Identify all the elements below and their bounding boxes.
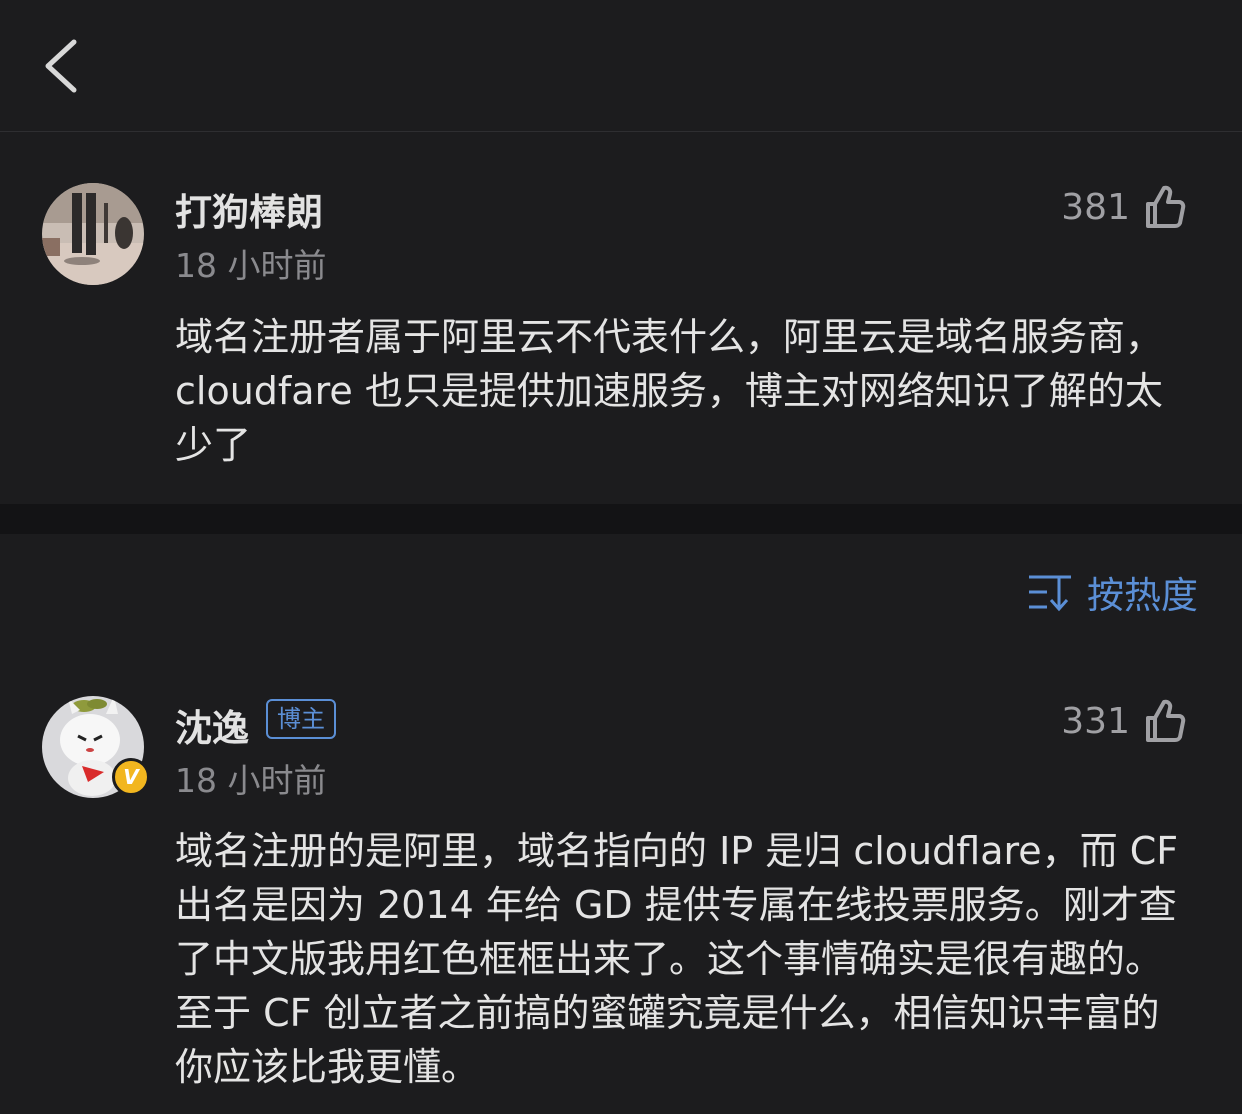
chevron-left-icon	[45, 39, 77, 93]
comment-timestamp: 18 小时前	[175, 761, 327, 800]
author-tag: 博主	[266, 699, 336, 739]
comment-username[interactable]: 打狗棒朗	[175, 182, 323, 236]
section-divider	[0, 504, 1242, 534]
comment-item: 打狗棒朗 18 小时前 381 域名注册者属于阿里云不代表什么，阿里云是域名服务…	[0, 132, 1242, 504]
sort-button[interactable]: 按热度	[1027, 566, 1198, 618]
comment-text: 域名注册的是阿里，域名指向的 IP 是归 cloudflare，而 CF 出名是…	[175, 829, 1179, 1089]
comment-username[interactable]: 沈逸	[175, 698, 249, 752]
like-count: 331	[1061, 700, 1130, 742]
like-button[interactable]: 331	[1061, 696, 1186, 746]
avatar[interactable]	[42, 183, 144, 285]
comment-timestamp: 18 小时前	[175, 246, 327, 285]
verified-badge: V	[112, 758, 150, 796]
top-nav-bar	[0, 0, 1242, 132]
thumbs-up-icon	[1146, 185, 1186, 228]
sort-label: 按热度	[1087, 574, 1198, 617]
sort-icon	[1029, 575, 1071, 612]
like-count: 381	[1061, 186, 1130, 228]
like-button[interactable]: 381	[1061, 182, 1186, 232]
comment-text: 域名注册者属于阿里云不代表什么，阿里云是域名服务商，cloudfare 也只是提…	[175, 315, 1164, 467]
comment-item: V 沈逸 博主 18 小时前 331 域名注册的是阿里，域名指向的 IP 是归 …	[0, 682, 1242, 1114]
back-button[interactable]	[30, 28, 94, 104]
thumbs-up-icon	[1146, 699, 1186, 742]
